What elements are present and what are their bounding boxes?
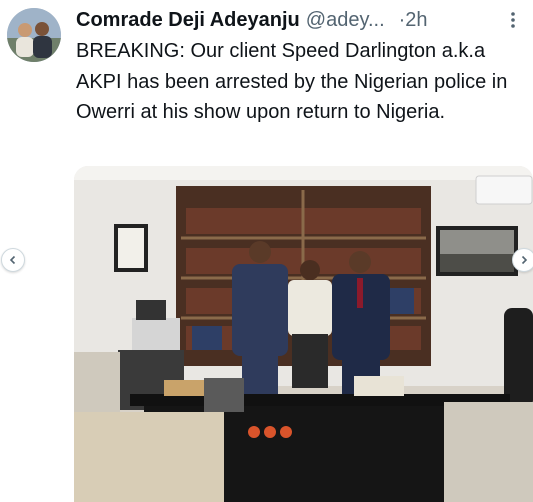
next-photo-button[interactable]: [512, 248, 533, 272]
chevron-right-icon: [521, 255, 528, 265]
time-value: 2h: [405, 8, 428, 31]
prev-photo-button[interactable]: [1, 248, 25, 272]
author-handle[interactable]: @adey...: [306, 9, 385, 32]
tweet-time[interactable]: ·2h: [399, 9, 428, 32]
author-avatar[interactable]: [7, 8, 61, 62]
more-vertical-icon: [511, 12, 515, 28]
tweet-text: BREAKING: Our client Speed Darlington a.…: [76, 40, 508, 123]
tweet-header: Comrade Deji Adeyanju @adey... ·2h: [76, 6, 525, 34]
author-name[interactable]: Comrade Deji Adeyanju: [76, 9, 300, 32]
tweet-photo[interactable]: [74, 166, 533, 502]
more-options-button[interactable]: [503, 8, 523, 32]
photo-illustration: [74, 166, 533, 502]
chevron-left-icon: [9, 255, 16, 265]
avatar-photo: [7, 8, 61, 62]
